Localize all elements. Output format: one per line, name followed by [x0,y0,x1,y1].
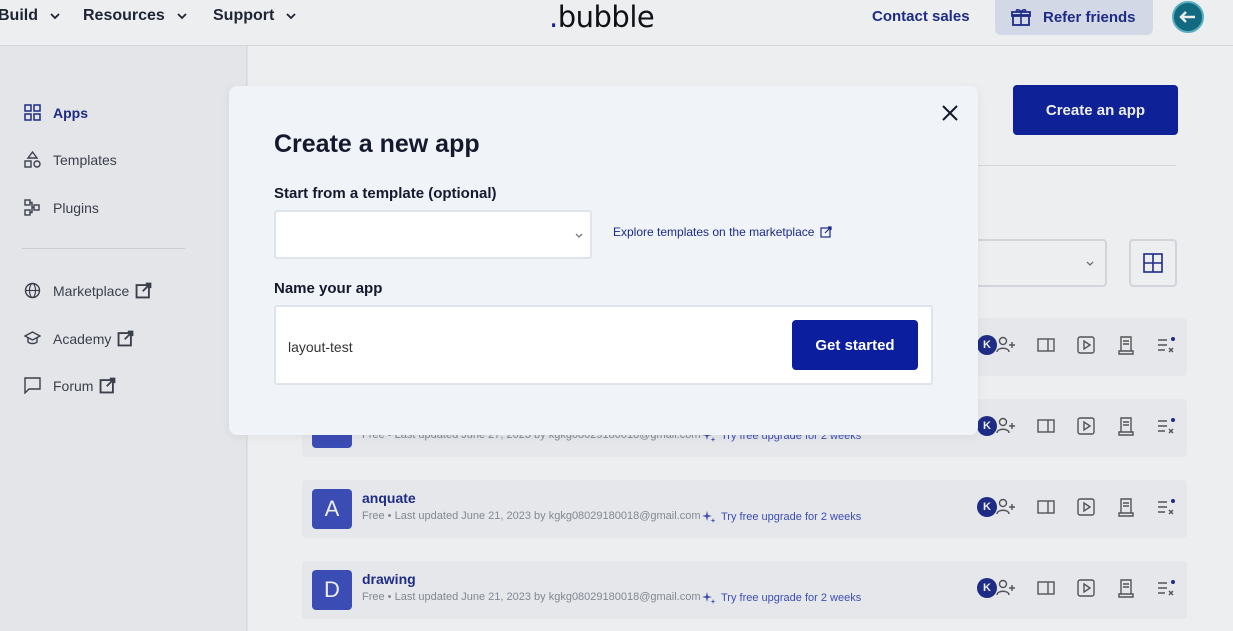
create-app-modal: Create a new app Start from a template (… [229,86,978,435]
explore-templates-label: Explore templates on the marketplace [613,225,815,239]
get-started-button[interactable]: Get started [792,320,918,370]
template-label: Start from a template (optional) [274,185,497,202]
external-link-icon [820,226,833,238]
app-name-input[interactable] [288,336,768,358]
app-name-label: Name your app [274,280,383,297]
template-select[interactable] [274,210,592,259]
app-name-container: Get started [274,305,933,385]
chevron-down-icon [575,233,583,238]
close-button[interactable] [939,102,961,124]
explore-templates-link[interactable]: Explore templates on the marketplace [613,225,833,239]
modal-title: Create a new app [274,130,480,158]
close-icon [942,105,958,121]
